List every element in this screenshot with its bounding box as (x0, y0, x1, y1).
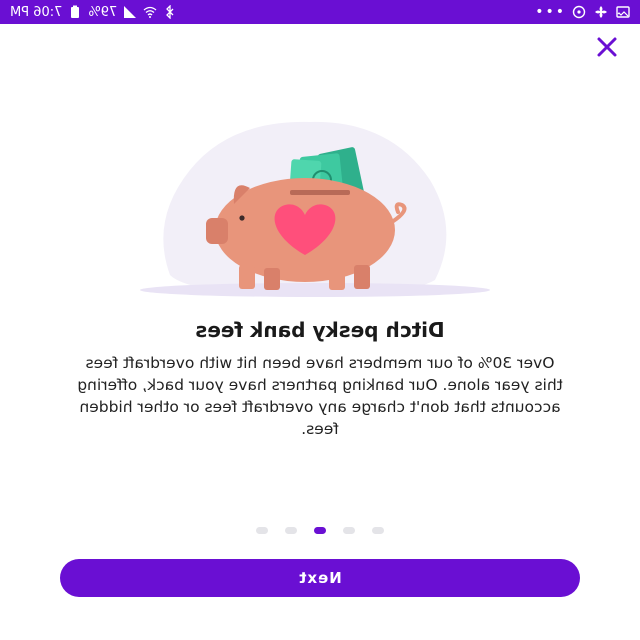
page-dot-active (314, 526, 326, 534)
wifi-icon (143, 5, 157, 19)
status-bar: ••• 79% 7:06 PM (0, 0, 640, 24)
page-dot (256, 526, 268, 534)
more-indicator: ••• (533, 4, 564, 20)
status-right: 79% 7:06 PM (10, 5, 177, 20)
page-dot (285, 526, 297, 534)
bluetooth-icon (163, 5, 177, 19)
image-icon (616, 5, 630, 19)
close-icon (597, 37, 617, 57)
close-button[interactable] (592, 32, 622, 62)
onboarding-body: Over 30% of our members have been hit wi… (77, 354, 563, 438)
onboarding-title: Ditch pesky bank fees (195, 318, 445, 342)
piggy-bank-illustration (140, 110, 490, 310)
next-button[interactable]: Next (60, 559, 580, 597)
signal-icon (123, 5, 137, 19)
battery-icon (68, 5, 82, 19)
onboarding-screen: ••• 79% 7:06 PM Ditch pesky bank fees Ov… (0, 0, 640, 640)
clock-icon (572, 5, 586, 19)
status-left: ••• (533, 4, 630, 20)
page-dot (343, 526, 355, 534)
status-time: 7:06 PM (10, 4, 63, 20)
page-dot (372, 526, 384, 534)
battery-level: 79% (88, 4, 118, 20)
page-indicator (0, 523, 640, 537)
fan-icon (594, 5, 608, 19)
